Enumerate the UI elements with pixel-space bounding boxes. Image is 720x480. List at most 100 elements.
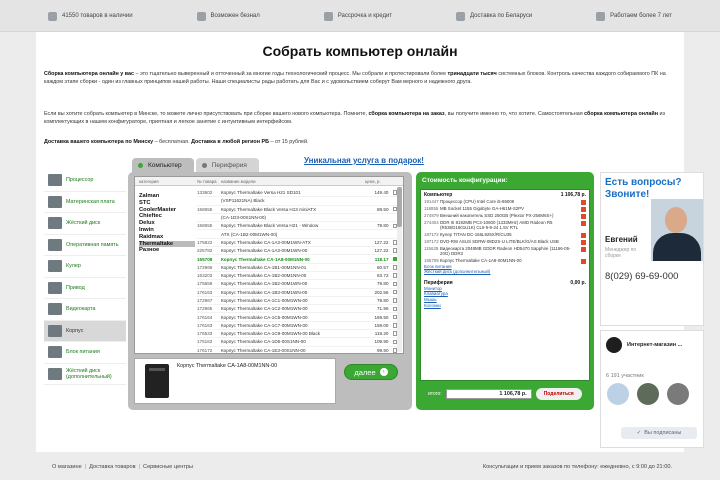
- category-item[interactable]: Жёсткий диск (дополнительный): [44, 364, 126, 385]
- tab-item[interactable]: Компьютер: [132, 158, 194, 172]
- row-code: 176533: [197, 331, 213, 337]
- brand-item[interactable]: Zalman: [139, 193, 195, 200]
- add-component-link[interactable]: Жёсткий диск (дополнительный): [421, 269, 589, 275]
- cost-footer: итого: 1 106,78 р. Поделиться: [420, 384, 590, 404]
- footer-link[interactable]: О магазине: [52, 464, 82, 470]
- table-row[interactable]: 176164 Корпус Thermaltake CA-1C5-00M1WN-0…: [197, 313, 397, 322]
- feature-item: Работаем более 7 лет: [596, 11, 672, 21]
- brand-item[interactable]: CoolerMaster: [139, 207, 195, 214]
- delete-icon[interactable]: [581, 258, 586, 264]
- row-name: Корпус Thermaltake CA-1B1-00M1NN-01: [221, 264, 307, 270]
- table-row[interactable]: 176163 Корпус Thermaltake CA-1B3-00M1WN-0…: [197, 289, 397, 297]
- table-row[interactable]: 158655 Корпус Thermaltake Black Versa H21…: [197, 222, 397, 231]
- row-price: 118.20: [374, 331, 389, 337]
- tab-item[interactable]: Периферия: [195, 158, 259, 172]
- scrollbar-thumb[interactable]: [397, 187, 402, 227]
- row-name: Корпус Thermaltake CA-1C9-00M1WN-00 Blac…: [221, 331, 321, 337]
- delete-icon[interactable]: [581, 200, 586, 205]
- row-code: 176163: [197, 322, 213, 328]
- hdd-icon: [48, 217, 62, 230]
- cost-item-name: Кулер TITAN DC-156L925X/R/CU35: [440, 231, 512, 237]
- category-label: Жёсткий диск (дополнительный): [66, 367, 112, 380]
- member-avatar[interactable]: [607, 383, 629, 405]
- table-row[interactable]: 172967 Корпус Thermaltake CA-1C1-00M1WN-0…: [197, 297, 397, 306]
- cost-item-name: Видеокарта 2048MB GDDR Radeon HD5470 Sap…: [440, 245, 571, 257]
- table-row[interactable]: (CA-1D3-00S1NN-00): [197, 214, 397, 223]
- delete-icon[interactable]: [581, 239, 586, 245]
- row-code: 225782: [197, 248, 213, 254]
- share-button[interactable]: Поделиться: [535, 388, 582, 400]
- delete-icon[interactable]: [581, 221, 586, 226]
- table-row[interactable]: 175162 Корпус Thermaltake CA-1D5-00S1NN-0…: [197, 338, 397, 347]
- handshake-icon: [596, 11, 606, 21]
- delete-icon[interactable]: [581, 246, 586, 252]
- row-price: 109.90: [374, 339, 389, 345]
- row-code: 172966: [197, 264, 213, 270]
- next-button[interactable]: далее ›: [344, 364, 398, 380]
- category-label: Корпус: [66, 327, 84, 334]
- motherboard-icon: [48, 195, 62, 208]
- brand-item[interactable]: Thermaltake: [139, 240, 195, 248]
- brand-item[interactable]: Chieftec: [139, 213, 195, 220]
- category-item[interactable]: Привод: [44, 278, 126, 299]
- table-row[interactable]: 176172 Корпус Thermaltake CA-1E3-00S1NN-0…: [197, 347, 397, 353]
- delete-icon[interactable]: [581, 232, 586, 238]
- category-item[interactable]: Процессор: [44, 170, 126, 192]
- table-row[interactable]: 172965 Корпус Thermaltake CA-1C2-00M1WN-0…: [197, 305, 397, 314]
- table-row[interactable]: ATX (CA-1B2-00M1WN-00): [197, 230, 397, 239]
- category-item[interactable]: Материнская плата: [44, 192, 126, 213]
- row-price: 79.80: [377, 223, 389, 229]
- category-item[interactable]: Кулер: [44, 256, 126, 278]
- category-label: Блок питания: [66, 349, 100, 356]
- brand-item[interactable]: Inwin: [139, 227, 195, 234]
- table-row[interactable]: 155708 Корпус Thermaltake CA-1A8-00M1NN-0…: [197, 255, 397, 264]
- help-phone[interactable]: 8(029) 69-69-000: [605, 271, 678, 282]
- ram-icon: [48, 238, 62, 251]
- cost-item-name: DVD-RW ASUS SDRW-08D2S-U LITE/BLK/G/AS B…: [440, 238, 559, 244]
- row-name: Корпус Thermaltake CA-1A8-00M1NN-00: [221, 256, 310, 262]
- footer-link[interactable]: Доставка товаров: [89, 464, 135, 470]
- brand-item[interactable]: Разное: [139, 247, 195, 254]
- category-item[interactable]: Блок питания: [44, 342, 126, 364]
- brand-item[interactable]: STC: [139, 200, 195, 207]
- delete-icon[interactable]: [581, 214, 586, 219]
- table-row[interactable]: 172966 Корпус Thermaltake CA-1B1-00M1NN-0…: [197, 264, 397, 272]
- member-avatar[interactable]: [667, 383, 689, 405]
- table-row[interactable]: 176163 Корпус Thermaltake CA-1C7-00M1WN-0…: [197, 322, 397, 331]
- category-item[interactable]: Корпус: [44, 320, 126, 342]
- subscribed-button[interactable]: ✓ Вы подписаны: [621, 427, 697, 439]
- brand-item[interactable]: Delux: [139, 220, 195, 227]
- add-periph-link[interactable]: Колонки: [421, 303, 589, 309]
- group-logo-icon[interactable]: [606, 337, 622, 353]
- table-row[interactable]: 175822 Корпус Thermaltake CA-1A3-00M1WN-A…: [197, 239, 397, 248]
- table-row[interactable]: 158655 Корпус Thermaltake Black Versa H13…: [197, 206, 397, 214]
- category-item[interactable]: Оперативная память: [44, 235, 126, 256]
- row-name: Корпус Thermaltake CA-1C2-00M1WN-00: [221, 306, 308, 312]
- list-scrollbar[interactable]: [397, 187, 402, 352]
- tab-label: Компьютер: [148, 161, 182, 169]
- tab-dot-icon: [138, 163, 143, 168]
- category-label: Кулер: [66, 263, 81, 270]
- footer-link[interactable]: Сервисные центры: [143, 464, 193, 470]
- table-row[interactable]: 175659 Корпус Thermaltake CA-1B2-00M1WN-0…: [197, 280, 397, 289]
- cost-item: 155708 Корпус Thermaltake CA-1A8-00M1NN-0…: [424, 258, 586, 264]
- member-avatar[interactable]: [637, 383, 659, 405]
- category-item[interactable]: Видеокарта: [44, 299, 126, 321]
- drive-icon: [48, 281, 62, 294]
- delete-icon[interactable]: [581, 207, 586, 212]
- brand-item[interactable]: Raidmax: [139, 234, 195, 241]
- category-item[interactable]: Жёсткий диск: [44, 213, 126, 235]
- table-row[interactable]: (VSP11621NA) Black: [197, 197, 397, 206]
- list-header: категория № товара название модели цена,…: [135, 177, 403, 186]
- table-row[interactable]: 225782 Корпус Thermaltake CA-1A3-00M1WN-0…: [197, 247, 397, 256]
- row-name: (VSP11621NA) Black: [221, 198, 265, 204]
- table-row[interactable]: 176533 Корпус Thermaltake CA-1C9-00M1WN-0…: [197, 330, 397, 339]
- cost-item-name: Внешний накопитель SSD 250GB (Plextor PX…: [440, 213, 554, 218]
- table-row[interactable]: 163203 Корпус Thermaltake CA-1B2-00M1NN-0…: [197, 272, 397, 281]
- group-name[interactable]: Интернет-магазин ...: [627, 342, 701, 348]
- table-row[interactable]: 133602 Корпус Thermaltake Versa H21 SD101…: [197, 189, 397, 198]
- row-name: Корпус Thermaltake CA-1B2-00M1NN-00: [221, 273, 307, 279]
- row-name: Корпус Thermaltake CA-1C7-00M1WN-00: [221, 322, 308, 328]
- unique-service-link[interactable]: Уникальная услуга в подарок!: [304, 156, 424, 165]
- category-label: Оперативная память: [66, 241, 119, 248]
